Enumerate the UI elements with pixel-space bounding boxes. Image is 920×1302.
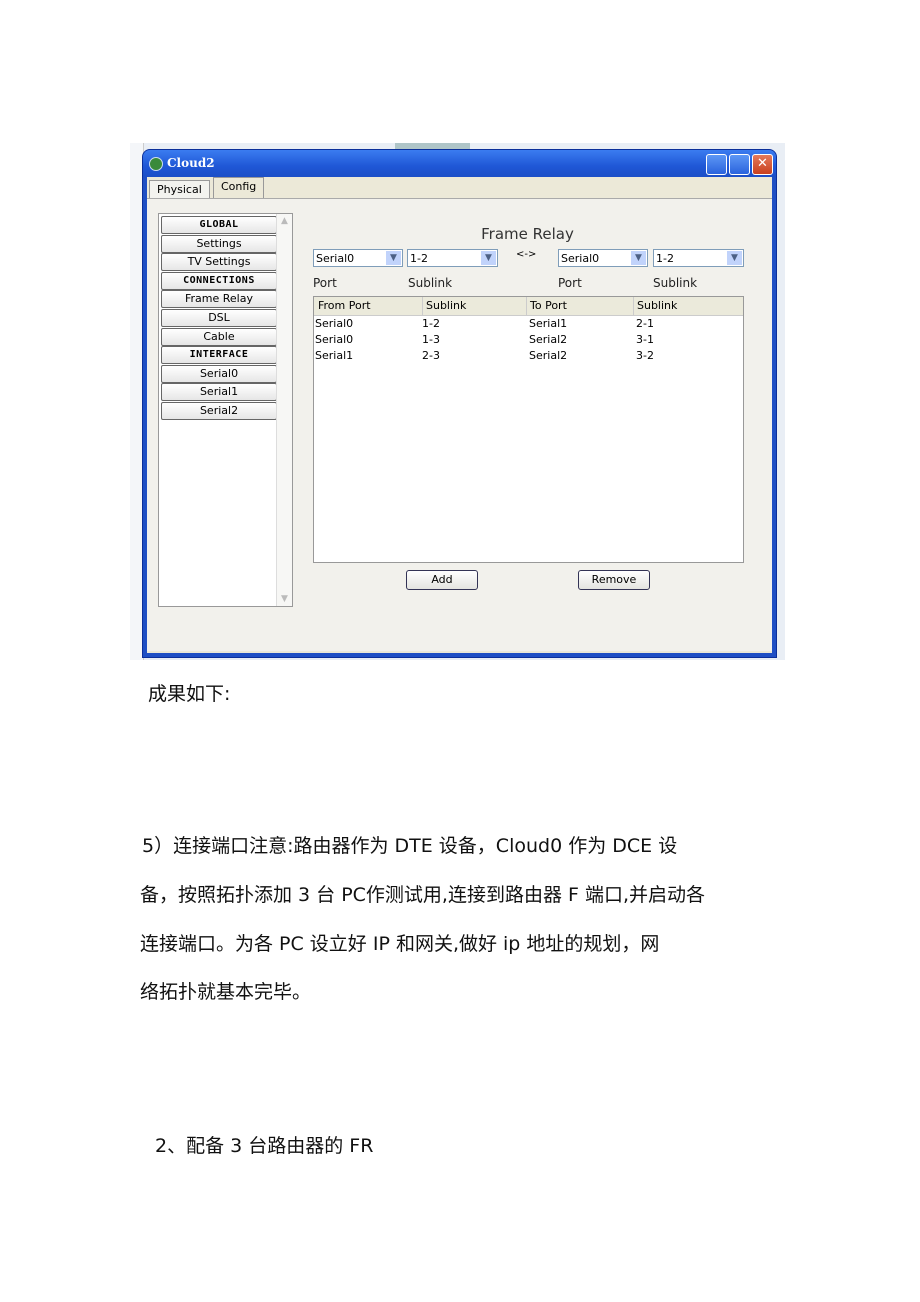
table-row[interactable]: Serial1 2-3 Serial2 3-2 <box>314 349 743 365</box>
port-label: Port <box>313 276 337 290</box>
minimize-button[interactable] <box>706 154 727 175</box>
sidebar-item-connections: CONNECTIONS <box>161 271 277 290</box>
table-row[interactable]: Serial0 1-2 Serial1 2-1 <box>314 317 743 333</box>
table-cell: 1-3 <box>422 333 440 346</box>
sublink-label: Sublink <box>653 276 698 290</box>
title-bar[interactable]: Cloud2 ✕ <box>143 150 776 177</box>
tab-config[interactable]: Config <box>213 177 265 199</box>
add-button[interactable]: Add <box>406 570 478 590</box>
frame-relay-table: From Port Sublink To Port Sublink Serial… <box>313 296 744 563</box>
table-cell: 1-2 <box>422 317 440 330</box>
from-sublink-select[interactable]: 1-2 ▼ <box>407 249 498 267</box>
table-cell: Serial0 <box>315 317 354 330</box>
paragraph-line: 络拓扑就基本完毕。 <box>140 981 312 1003</box>
background-app-edge <box>130 143 144 660</box>
table-cell: 2-3 <box>422 349 440 362</box>
paragraph-line: 5）连接端口注意:路由器作为 DTE 设备，Cloud0 作为 DCE 设 <box>142 835 678 857</box>
to-port-value: Serial0 <box>561 252 600 265</box>
column-sublink: Sublink <box>422 297 466 315</box>
table-cell: Serial1 <box>529 317 568 330</box>
sidebar-list: GLOBAL Settings TV Settings CONNECTIONS Fram… <box>158 213 293 607</box>
to-sublink-select[interactable]: 1-2 ▼ <box>653 249 744 267</box>
port-label: Port <box>558 276 582 290</box>
paragraph-line: 连接端口。为各 PC 设立好 IP 和网关,做好 ip 地址的规划，网 <box>140 933 660 955</box>
close-button[interactable]: ✕ <box>752 154 773 175</box>
sidebar-item-settings[interactable]: Settings <box>161 234 277 253</box>
sublink-label: Sublink <box>408 276 453 290</box>
table-row[interactable]: Serial0 1-3 Serial2 3-1 <box>314 333 743 349</box>
column-sublink: Sublink <box>633 297 677 315</box>
config-panel: GLOBAL Settings TV Settings CONNECTIONS Fram… <box>147 198 772 651</box>
sidebar-item-dsl[interactable]: DSL <box>161 309 277 327</box>
section-heading: 2、配备 3 台路由器的 FR <box>155 1135 374 1157</box>
table-cell: 3-2 <box>636 349 654 362</box>
cloud2-window: Cloud2 ✕ Physical Config GLOBAL Settings T… <box>143 150 776 657</box>
table-cell: Serial2 <box>529 349 568 362</box>
column-to-port: To Port <box>526 297 567 315</box>
tab-physical[interactable]: Physical <box>149 180 210 200</box>
from-port-value: Serial0 <box>316 252 355 265</box>
table-cell: 2-1 <box>636 317 654 330</box>
frame-relay-title: Frame Relay <box>481 225 574 243</box>
chevron-down-icon: ▼ <box>727 251 742 265</box>
from-sublink-value: 1-2 <box>410 252 428 265</box>
table-cell: 3-1 <box>636 333 654 346</box>
sidebar-item-frame-relay[interactable]: Frame Relay <box>161 290 277 309</box>
table-cell: Serial2 <box>529 333 568 346</box>
remove-button[interactable]: Remove <box>578 570 650 590</box>
paragraph-line: 备，按照拓扑添加 3 台 PC作测试用,连接到路由器 F 端口,并启动各 <box>140 884 706 906</box>
link-separator: <-> <box>516 249 537 260</box>
table-cell: Serial1 <box>315 349 354 362</box>
chevron-down-icon: ▼ <box>481 251 496 265</box>
caption: 成果如下: <box>148 683 231 705</box>
from-port-select[interactable]: Serial0 ▼ <box>313 249 403 267</box>
chevron-down-icon: ▼ <box>631 251 646 265</box>
maximize-button[interactable] <box>729 154 750 175</box>
window-body: Physical Config GLOBAL Settings TV Setting… <box>147 177 772 653</box>
sidebar-item-serial0[interactable]: Serial0 <box>161 364 277 383</box>
table-header: From Port Sublink To Port Sublink <box>314 297 743 316</box>
sidebar-scrollbar[interactable]: ▲ ▼ <box>276 214 292 606</box>
cloud-icon <box>149 157 163 171</box>
to-sublink-value: 1-2 <box>656 252 674 265</box>
sidebar-item-global: GLOBAL <box>161 216 277 234</box>
column-from-port: From Port <box>318 299 371 312</box>
sidebar-item-tv-settings[interactable]: TV Settings <box>161 253 277 272</box>
to-port-select[interactable]: Serial0 ▼ <box>558 249 648 267</box>
sidebar-item-serial2[interactable]: Serial2 <box>161 402 277 420</box>
chevron-down-icon: ▼ <box>386 251 401 265</box>
sidebar-item-cable[interactable]: Cable <box>161 327 277 346</box>
sidebar-item-serial1[interactable]: Serial1 <box>161 383 277 402</box>
table-cell: Serial0 <box>315 333 354 346</box>
window-title: Cloud2 <box>167 156 215 170</box>
sidebar-item-interface: INTERFACE <box>161 346 277 365</box>
